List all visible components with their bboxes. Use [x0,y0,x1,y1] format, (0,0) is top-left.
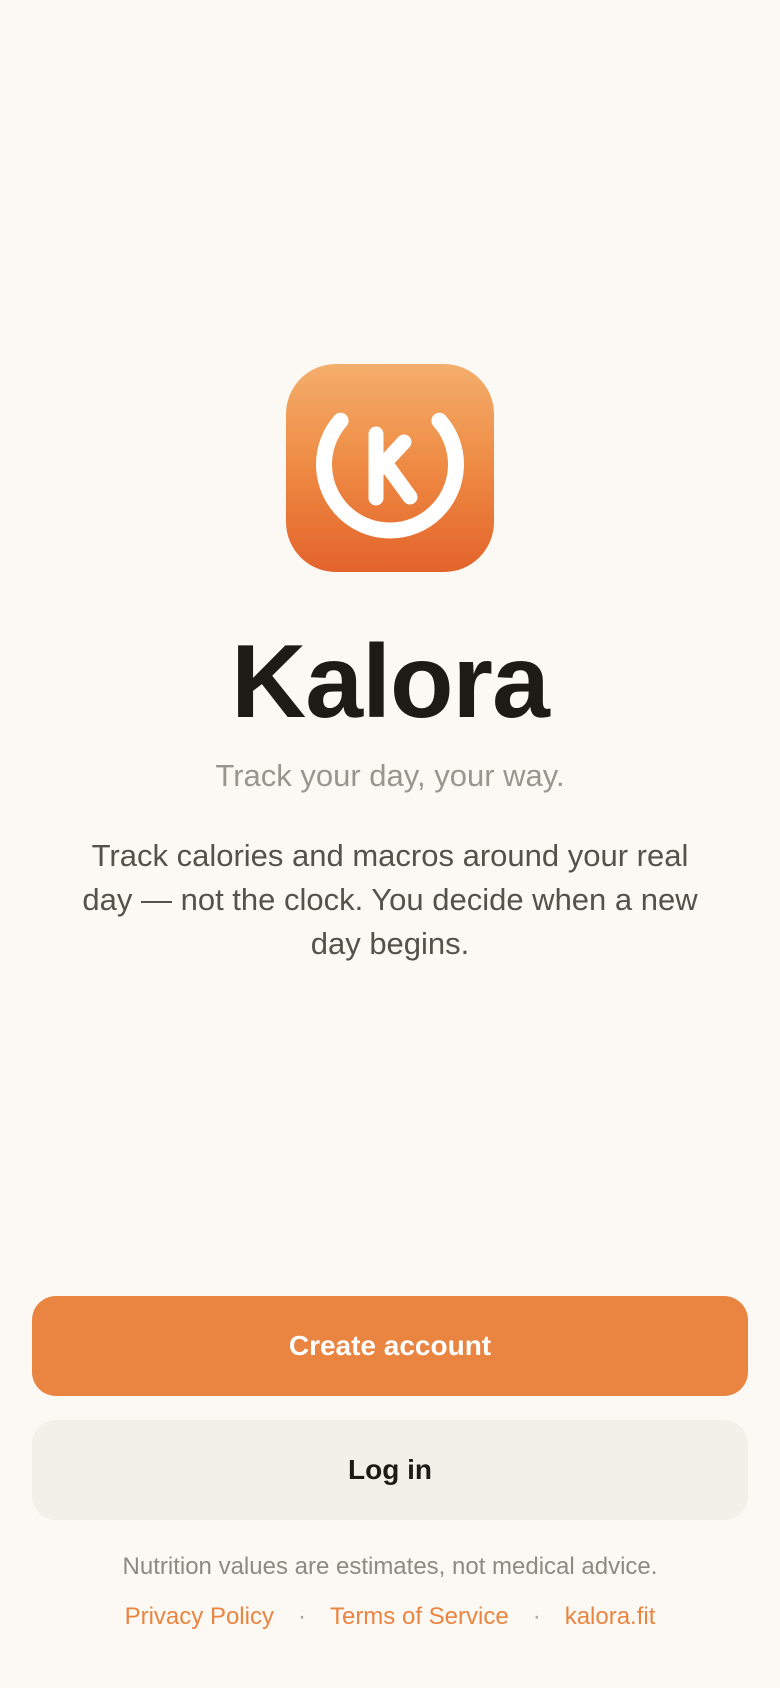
log-in-button[interactable]: Log in [32,1420,748,1520]
welcome-screen: Kalora Track your day, your way. Track c… [0,0,780,1688]
app-tagline: Track your day, your way. [215,758,565,793]
footer-links: Privacy Policy · Terms of Service · kalo… [0,1602,780,1632]
app-description: Track calories and macros around your re… [82,838,698,961]
nutrition-disclaimer: Nutrition values are estimates, not medi… [122,1553,658,1580]
footer-separator: · [532,1603,541,1630]
website-link[interactable]: kalora.fit [565,1602,656,1632]
terms-of-service-link[interactable]: Terms of Service [330,1602,509,1632]
app-title: Kalora [231,624,550,740]
privacy-policy-link[interactable]: Privacy Policy [125,1602,274,1632]
footer-separator: · [297,1603,306,1630]
kalora-logo-icon [286,364,494,572]
create-account-button[interactable]: Create account [32,1296,748,1396]
